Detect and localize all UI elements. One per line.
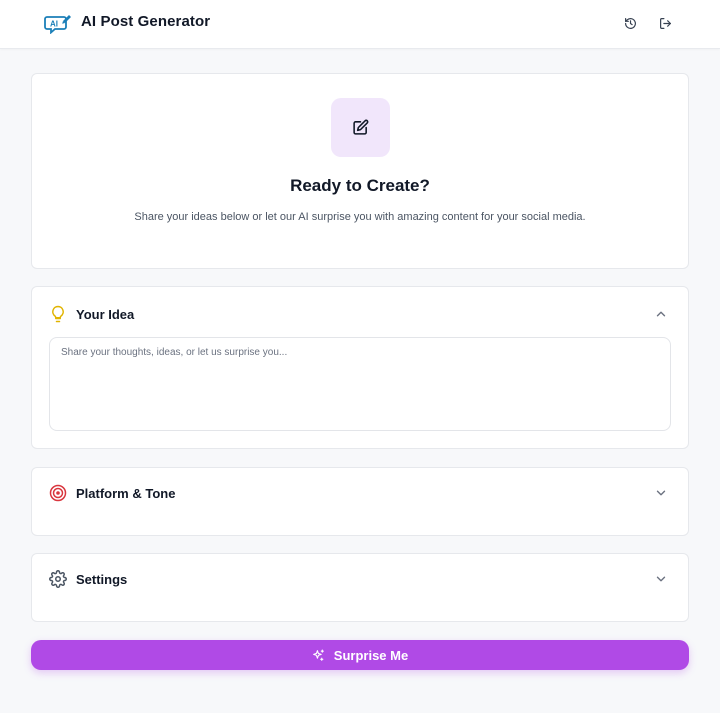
app-header: AI AI Post Generator [0,0,720,49]
hero-card: Ready to Create? Share your ideas below … [31,73,689,269]
hero-title: Ready to Create? [290,176,430,195]
edit-icon [353,119,369,135]
surprise-me-label: Surprise Me [333,647,409,663]
your-idea-label: Your Idea [76,307,135,322]
gear-icon [49,570,67,588]
target-icon [49,484,67,502]
idea-input[interactable] [49,337,671,431]
chevron-down-icon[interactable] [654,572,668,586]
history-icon [624,17,636,29]
surprise-me-button[interactable]: Surprise Me [31,640,689,670]
hero-subtitle: Share your ideas below or let our AI sur… [134,211,586,223]
app-logo-icon: AI [44,15,71,34]
app-title: AI Post Generator [81,13,211,30]
settings-label: Settings [76,572,128,587]
settings-header[interactable]: Settings [32,552,688,606]
history-button[interactable] [621,14,639,32]
chevron-up-icon[interactable] [654,307,668,321]
hero-badge [331,98,390,157]
sparkles-icon [312,649,324,661]
platform-tone-label: Platform & Tone [76,486,176,501]
chevron-down-icon[interactable] [654,486,668,500]
your-idea-header[interactable]: Your Idea [32,287,688,341]
logout-icon [659,17,671,29]
lightbulb-icon [52,305,64,323]
logout-button[interactable] [656,14,674,32]
platform-tone-section: Platform & Tone [31,467,689,536]
logo-text: AI [50,20,58,29]
platform-tone-header[interactable]: Platform & Tone [32,466,688,520]
your-idea-section: Your Idea [31,286,689,449]
settings-section: Settings [31,553,689,622]
